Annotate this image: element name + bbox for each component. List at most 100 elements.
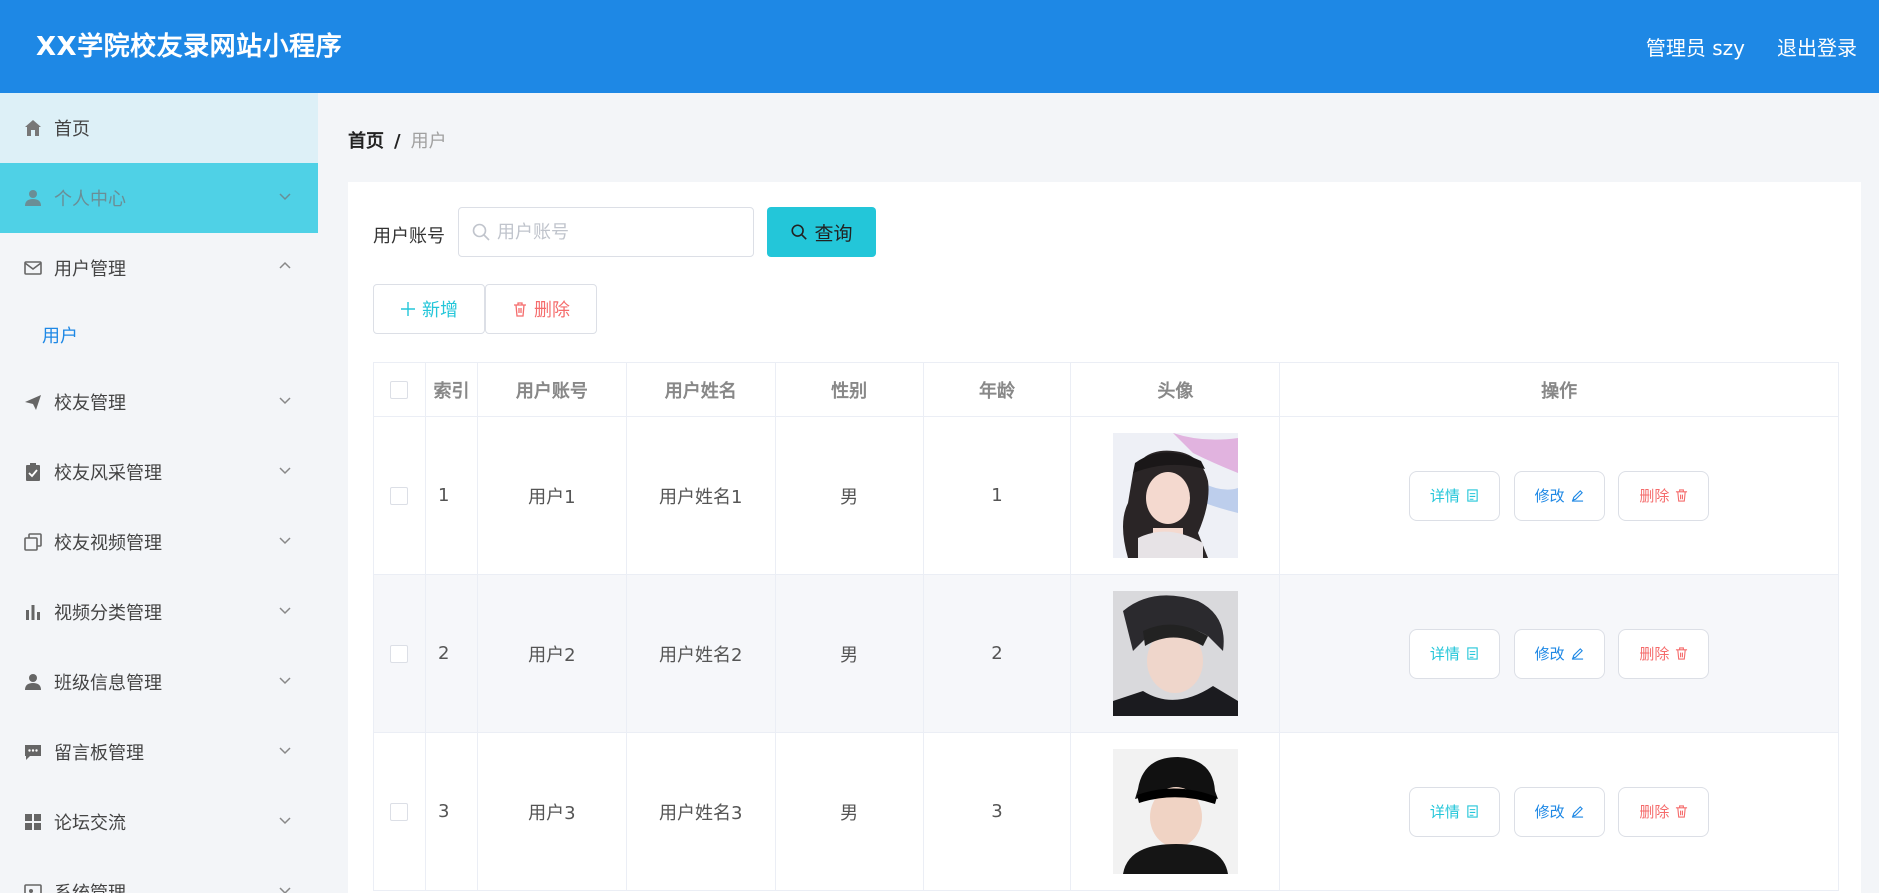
sidebar-item-forum[interactable]: 论坛交流 (0, 787, 318, 857)
search-icon (791, 224, 808, 240)
sidebar-item-message-board[interactable]: 留言板管理 (0, 717, 318, 787)
add-button[interactable]: 新增 (373, 284, 485, 334)
home-icon (22, 117, 44, 139)
edit-button[interactable]: 修改 (1513, 470, 1605, 521)
sidebar-item-alumni-management[interactable]: 校友管理 (0, 367, 318, 437)
admin-label: 管理员 szy (1645, 36, 1745, 60)
select-all-checkbox[interactable] (390, 381, 409, 399)
avatar (1112, 749, 1238, 874)
logout-link[interactable]: 退出登录 (1777, 32, 1857, 61)
settings-icon (22, 881, 44, 893)
select-all-cell (373, 362, 426, 417)
delete-button[interactable]: 删除 (1618, 786, 1710, 837)
breadcrumb: 首页 / 用户 (348, 127, 447, 153)
cell-gender: 男 (774, 732, 924, 891)
delete-button[interactable]: 删除 (1618, 628, 1710, 679)
chevron-down-icon (279, 887, 291, 893)
sidebar-item-alumni-style[interactable]: 校友风采管理 (0, 437, 318, 507)
document-icon (1467, 489, 1478, 502)
pencil-icon (1571, 648, 1583, 660)
sidebar-item-label: 系统管理 (54, 879, 126, 893)
avatar (1112, 591, 1238, 716)
query-button-label: 查询 (814, 223, 853, 245)
chevron-down-icon (279, 193, 291, 201)
sidebar-item-video-category[interactable]: 视频分类管理 (0, 577, 318, 647)
detail-button[interactable]: 详情 (1408, 470, 1500, 521)
batch-delete-button-label: 删除 (534, 300, 570, 320)
row-checkbox[interactable] (390, 645, 409, 663)
detail-button[interactable]: 详情 (1408, 628, 1500, 679)
delete-button-label: 删除 (1639, 645, 1670, 663)
sidebar-item-label: 校友管理 (54, 393, 126, 414)
breadcrumb-home[interactable]: 首页 (348, 131, 384, 152)
sidebar-item-system[interactable]: 系统管理 (0, 857, 318, 893)
sidebar-item-home[interactable]: 首页 (0, 93, 318, 163)
edit-button[interactable]: 修改 (1513, 628, 1605, 679)
cell-account: 用户1 (476, 416, 627, 575)
cell-age: 3 (922, 732, 1072, 891)
sidebar: 首页 个人中心 用户管理 用户 校友管理 校友风采管理 校友视频管理 视频分类管… (0, 93, 318, 893)
sidebar-item-label: 校友风采管理 (54, 463, 162, 484)
edit-button[interactable]: 修改 (1513, 786, 1605, 837)
sidebar-item-profile[interactable]: 个人中心 (0, 163, 318, 233)
column-header-account: 用户账号 (476, 362, 627, 417)
plus-icon (401, 302, 415, 316)
column-header-index: 索引 (424, 362, 478, 417)
column-header-actions: 操作 (1279, 362, 1839, 417)
cell-name: 用户姓名2 (625, 574, 776, 733)
grid-icon (22, 811, 44, 833)
sidebar-item-label: 论坛交流 (54, 813, 126, 834)
breadcrumb-separator: / (394, 131, 401, 152)
delete-button[interactable]: 删除 (1618, 470, 1710, 521)
document-icon (1467, 647, 1478, 660)
cell-index: 2 (424, 574, 478, 733)
user-icon (22, 187, 44, 209)
column-header-avatar: 头像 (1070, 362, 1281, 417)
edit-button-label: 修改 (1534, 487, 1565, 505)
sidebar-item-label: 班级信息管理 (54, 673, 162, 694)
cell-avatar (1070, 416, 1281, 575)
sidebar-item-alumni-video[interactable]: 校友视频管理 (0, 507, 318, 577)
cell-actions: 详情 修改 删除 (1279, 416, 1839, 575)
pencil-icon (1571, 490, 1583, 502)
breadcrumb-bar: 首页 / 用户 (318, 93, 1879, 181)
clipboard-icon (22, 461, 44, 483)
message-icon (22, 741, 44, 763)
table-row: 1 用户1 用户姓名1 男 1 详情 修改 删除 (373, 416, 1839, 575)
row-select-cell (373, 574, 426, 733)
bar-chart-icon (22, 601, 44, 623)
cell-account: 用户3 (476, 732, 627, 891)
cell-actions: 详情 修改 删除 (1279, 574, 1839, 733)
cell-gender: 男 (774, 574, 924, 733)
mail-icon (22, 257, 44, 279)
sidebar-item-label: 首页 (54, 119, 90, 140)
avatar (1112, 433, 1238, 558)
row-select-cell (373, 732, 426, 891)
column-header-age: 年龄 (922, 362, 1072, 417)
detail-button[interactable]: 详情 (1408, 786, 1500, 837)
chevron-down-icon (279, 607, 291, 615)
chevron-up-icon (279, 261, 291, 269)
users-table: 索引 用户账号 用户姓名 性别 年龄 头像 操作 1 用户1 用户姓名1 男 1 (373, 362, 1839, 891)
chevron-down-icon (279, 537, 291, 545)
cell-age: 2 (922, 574, 1072, 733)
sidebar-item-user-management[interactable]: 用户管理 (0, 233, 318, 303)
top-header: XX学院校友录网站小程序 管理员 szy 退出登录 (0, 0, 1879, 93)
sidebar-subitem-users[interactable]: 用户 (0, 303, 318, 367)
main-content: 用户账号 查询 新增 删除 索引 用户账号 用户姓名 性别 年龄 头像 操作 (348, 182, 1861, 893)
search-input[interactable] (497, 209, 747, 255)
table-row: 2 用户2 用户姓名2 男 2 详情 修改 删除 (373, 574, 1839, 733)
query-button[interactable]: 查询 (767, 207, 876, 257)
cell-account: 用户2 (476, 574, 627, 733)
batch-delete-button[interactable]: 删除 (485, 284, 597, 334)
row-checkbox[interactable] (390, 803, 409, 821)
cell-index: 3 (424, 732, 478, 891)
pencil-icon (1571, 806, 1583, 818)
trash-icon (1676, 647, 1688, 660)
sidebar-item-class-info[interactable]: 班级信息管理 (0, 647, 318, 717)
cell-actions: 详情 修改 删除 (1279, 732, 1839, 891)
row-checkbox[interactable] (390, 487, 409, 505)
search-input-wrapper (458, 207, 754, 257)
copy-icon (22, 531, 44, 553)
detail-button-label: 详情 (1429, 645, 1460, 663)
